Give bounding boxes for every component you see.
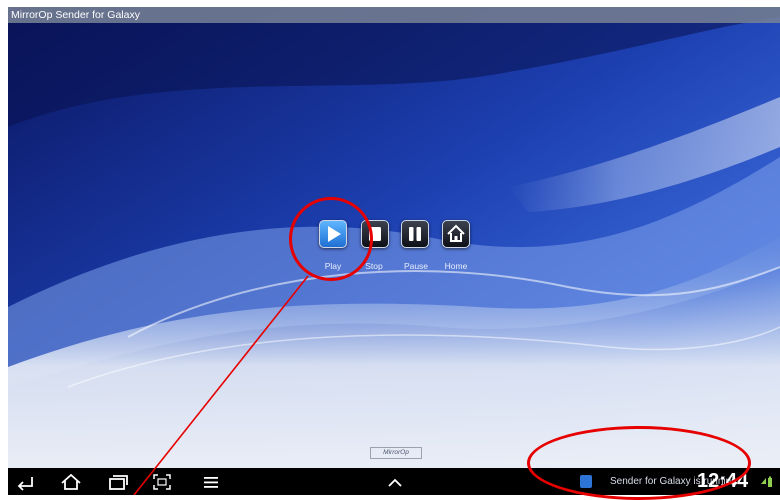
stop-icon	[369, 227, 381, 241]
chevron-up-icon	[388, 478, 402, 487]
mirrorop-watermark: MirrorOp	[370, 447, 422, 459]
tablet-screen: MirrorOp Sender for Galaxy Play Stop Pau…	[8, 7, 780, 495]
recent-apps-button[interactable]	[105, 471, 131, 493]
recent-apps-icon	[109, 475, 128, 490]
home-icon	[447, 224, 465, 242]
home-nav-icon	[61, 473, 81, 490]
clock: 12:44	[697, 470, 749, 492]
window-title-bar: MirrorOp Sender for Galaxy	[8, 7, 780, 23]
menu-icon	[204, 477, 218, 488]
screenshot-icon	[153, 474, 171, 490]
pause-button[interactable]	[401, 220, 429, 248]
wallpaper	[8, 7, 780, 495]
stop-button[interactable]	[361, 220, 389, 248]
pause-icon	[409, 227, 421, 241]
status-area[interactable]: Sender for Galaxy is running 12:44	[580, 468, 780, 495]
play-button[interactable]	[319, 220, 347, 248]
window-title: MirrorOp Sender for Galaxy	[11, 9, 140, 21]
play-icon	[328, 226, 341, 242]
stop-label: Stop	[365, 261, 383, 271]
back-button[interactable]	[12, 471, 38, 493]
notification-app-icon	[580, 475, 592, 488]
back-icon	[17, 477, 33, 491]
home-button[interactable]	[442, 220, 470, 248]
screenshot-button[interactable]	[149, 471, 175, 493]
expand-button[interactable]	[382, 471, 408, 493]
signal-battery-icon	[761, 476, 772, 487]
play-label: Play	[324, 261, 342, 271]
home-label: Home	[444, 261, 468, 271]
menu-button[interactable]	[198, 471, 224, 493]
pause-label: Pause	[403, 261, 429, 271]
home-nav-button[interactable]	[58, 471, 84, 493]
